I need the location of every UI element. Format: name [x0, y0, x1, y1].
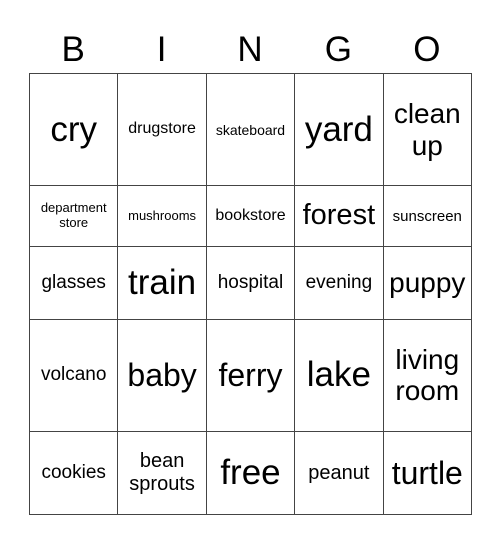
- bingo-cell[interactable]: cookies: [28, 431, 119, 515]
- bingo-cell[interactable]: hospital: [205, 245, 296, 320]
- bingo-cell[interactable]: yard: [294, 72, 384, 187]
- bingo-cell[interactable]: living room: [382, 318, 473, 433]
- bingo-cell[interactable]: puppy: [382, 245, 473, 320]
- bingo-cell[interactable]: glasses: [28, 245, 119, 320]
- bingo-grid: cry drugstore skateboard yard clean up d…: [28, 72, 473, 515]
- bingo-cell[interactable]: lake: [294, 318, 384, 433]
- bingo-cell[interactable]: ferry: [205, 318, 296, 433]
- header-letter-g: G: [324, 30, 353, 69]
- bingo-cell[interactable]: turtle: [382, 431, 473, 515]
- header-letter-n: N: [237, 30, 263, 69]
- grid-row: department store mushrooms bookstore for…: [28, 185, 473, 247]
- bingo-cell[interactable]: mushrooms: [117, 185, 207, 247]
- bingo-cell[interactable]: train: [117, 245, 207, 320]
- grid-row: glasses train hospital evening puppy: [28, 245, 473, 320]
- bingo-cell[interactable]: volcano: [28, 318, 119, 433]
- grid-row: cry drugstore skateboard yard clean up: [28, 72, 473, 187]
- bingo-cell[interactable]: bookstore: [205, 185, 296, 247]
- bingo-cell[interactable]: skateboard: [205, 72, 296, 187]
- bingo-cell[interactable]: peanut: [294, 431, 384, 515]
- bingo-header: B I N G O: [29, 28, 471, 72]
- bingo-cell[interactable]: sunscreen: [382, 185, 473, 247]
- bingo-cell[interactable]: forest: [294, 185, 384, 247]
- header-letter-b: B: [61, 30, 85, 69]
- grid-row: volcano baby ferry lake living room: [28, 318, 473, 433]
- grid-row: cookies bean sprouts free peanut turtle: [28, 431, 473, 515]
- bingo-cell[interactable]: free: [205, 431, 296, 515]
- bingo-cell[interactable]: evening: [294, 245, 384, 320]
- header-letter-o: O: [413, 30, 441, 69]
- bingo-cell[interactable]: bean sprouts: [117, 431, 207, 515]
- bingo-cell[interactable]: clean up: [382, 72, 473, 187]
- header-letter-i: I: [156, 30, 167, 69]
- bingo-cell[interactable]: baby: [117, 318, 207, 433]
- bingo-cell[interactable]: department store: [28, 185, 119, 247]
- bingo-cell[interactable]: drugstore: [117, 72, 207, 187]
- bingo-cell[interactable]: cry: [28, 72, 119, 187]
